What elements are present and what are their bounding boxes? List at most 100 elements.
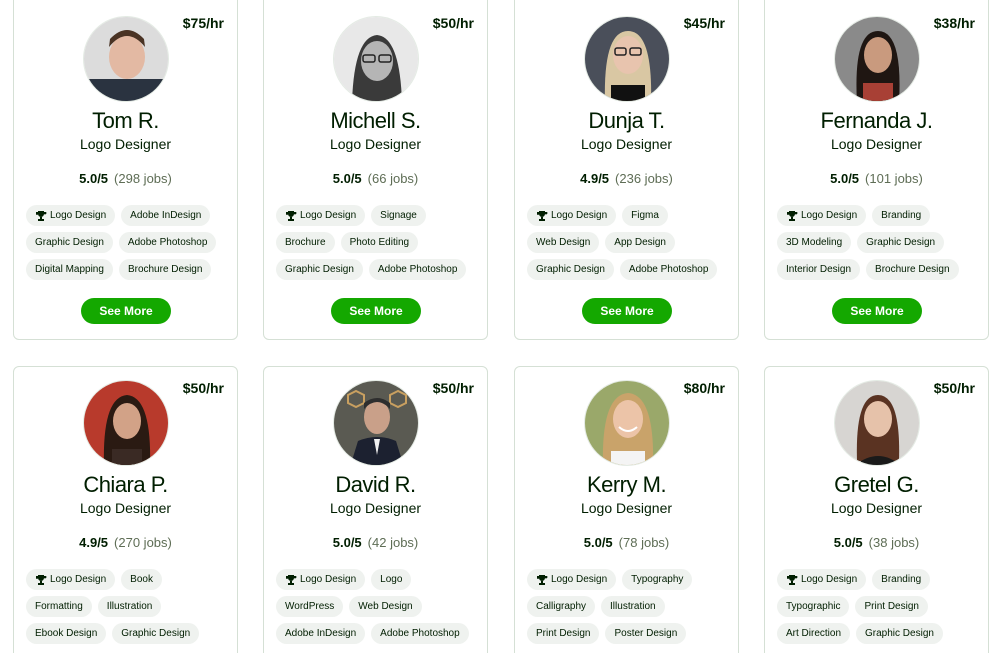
freelancer-name: David R.: [335, 472, 416, 497]
rating: 5.0/5 (66 jobs): [264, 171, 487, 186]
rating: 5.0/5 (298 jobs): [14, 171, 237, 186]
freelancer-card[interactable]: $45/hr Dunja T. Logo Designer 4.9/5 (236 …: [514, 0, 739, 340]
skill-chip[interactable]: Branding: [872, 569, 931, 590]
skill-chip[interactable]: Graphic Design: [856, 623, 943, 644]
avatar[interactable]: [584, 16, 670, 102]
skill-chip[interactable]: Web Design: [527, 232, 600, 253]
skill-chip[interactable]: 3D Modeling: [777, 232, 852, 253]
see-more-button[interactable]: See More: [331, 298, 421, 324]
skill-chip[interactable]: Brochure Design: [866, 259, 959, 280]
skill-chip[interactable]: Logo Design: [26, 569, 116, 590]
avatar[interactable]: [83, 380, 169, 466]
skill-chip[interactable]: Figma: [622, 205, 668, 226]
skill-chip[interactable]: Adobe Photoshop: [619, 259, 718, 280]
skills-list: Logo Design Book Formatting Illustration…: [26, 569, 226, 644]
see-more-button[interactable]: See More: [81, 298, 171, 324]
trophy-icon: [286, 574, 297, 585]
skills-list: Logo Design Signage Brochure Photo Editi…: [276, 205, 476, 280]
skill-chip[interactable]: Brochure Design: [118, 259, 212, 280]
freelancer-card[interactable]: $38/hr Fernanda J. Logo Designer 5.0/5 (1…: [764, 0, 989, 340]
freelancer-title: Logo Designer: [329, 500, 422, 516]
rating: 5.0/5 (38 jobs): [765, 535, 988, 550]
skill-chip[interactable]: Formatting: [26, 596, 92, 617]
skill-chip[interactable]: Print Design: [527, 623, 600, 644]
freelancer-card[interactable]: $50/hr Michell S. Logo Designer 5.0/5 (66…: [263, 0, 488, 340]
rating-score: 5.0/5: [830, 171, 860, 186]
freelancer-title: Logo Designer: [79, 136, 172, 152]
see-more-button[interactable]: See More: [832, 298, 922, 324]
skill-chip[interactable]: Ebook Design: [26, 623, 107, 644]
skill-chip[interactable]: Logo Design: [276, 205, 366, 226]
avatar[interactable]: [834, 380, 920, 466]
skill-chip[interactable]: Graphic Design: [112, 623, 200, 644]
skill-chip[interactable]: Typographic: [777, 596, 850, 617]
skill-chip[interactable]: Signage: [371, 205, 426, 226]
avatar[interactable]: [584, 380, 670, 466]
skill-chip[interactable]: Logo Design: [777, 569, 867, 590]
rating-score: 4.9/5: [79, 535, 109, 550]
skill-chip[interactable]: Logo: [371, 569, 412, 590]
skill-chip[interactable]: Web Design: [349, 596, 422, 617]
trophy-icon: [36, 574, 47, 585]
skill-chip[interactable]: Logo Design: [777, 205, 867, 226]
rating: 5.0/5 (42 jobs): [264, 535, 487, 550]
skill-chip[interactable]: Logo Design: [527, 205, 617, 226]
skill-chip[interactable]: Calligraphy: [527, 596, 596, 617]
skill-chip[interactable]: Adobe InDesign: [121, 205, 211, 226]
skill-chip[interactable]: Illustration: [97, 596, 162, 617]
hourly-rate: $50/hr: [182, 380, 224, 396]
rating: 5.0/5 (78 jobs): [515, 535, 738, 550]
skill-chip[interactable]: Graphic Design: [26, 232, 113, 253]
see-more-button[interactable]: See More: [582, 298, 672, 324]
avatar[interactable]: [83, 16, 169, 102]
trophy-icon: [36, 210, 47, 221]
skill-chip[interactable]: Brochure: [276, 232, 335, 253]
skill-chip[interactable]: WordPress: [276, 596, 344, 617]
jobs-count: (298 jobs): [114, 171, 172, 186]
skill-chip[interactable]: Graphic Design: [276, 259, 363, 280]
avatar[interactable]: [333, 16, 419, 102]
freelancer-card[interactable]: $50/hr Chiara P. Logo Designer 4.9/5 (270…: [13, 366, 238, 653]
skill-chip[interactable]: Graphic Design: [527, 259, 614, 280]
skill-chip[interactable]: Digital Mapping: [26, 259, 113, 280]
skill-chip[interactable]: Art Direction: [777, 623, 851, 644]
skill-chip[interactable]: Book: [121, 569, 162, 590]
skill-chip[interactable]: Illustration: [601, 596, 665, 617]
freelancer-name: Tom R.: [92, 108, 159, 133]
freelancer-card[interactable]: $75/hr Tom R. Logo Designer 5.0/5 (298 jo…: [13, 0, 238, 340]
rating-score: 4.9/5: [580, 171, 610, 186]
skill-chip[interactable]: Logo Design: [276, 569, 366, 590]
trophy-icon: [787, 210, 798, 221]
freelancer-title: Logo Designer: [580, 500, 673, 516]
skill-chip[interactable]: Adobe Photoshop: [371, 623, 469, 644]
skill-chip[interactable]: Adobe InDesign: [276, 623, 366, 644]
jobs-count: (236 jobs): [615, 171, 673, 186]
freelancer-card[interactable]: $80/hr Kerry M. Logo Designer 5.0/5 (78 j…: [514, 366, 739, 653]
skills-list: Logo Design Adobe InDesign Graphic Desig…: [26, 205, 226, 280]
skill-chip[interactable]: Print Design: [855, 596, 928, 617]
skill-chip[interactable]: App Design: [605, 232, 675, 253]
freelancer-card[interactable]: $50/hr Gretel G. Logo Designer 5.0/5 (38 …: [764, 366, 989, 653]
skills-list: Logo Design Branding Typographic Print D…: [777, 569, 977, 644]
avatar[interactable]: [333, 380, 419, 466]
skill-chip[interactable]: Interior Design: [777, 259, 861, 280]
skills-list: Logo Design Figma Web Design App Design …: [527, 205, 727, 280]
jobs-count: (38 jobs): [868, 535, 920, 550]
avatar[interactable]: [834, 16, 920, 102]
skill-chip[interactable]: Typography: [622, 569, 693, 590]
skill-chip[interactable]: Adobe Photoshop: [368, 259, 467, 280]
skills-list: Logo Design Branding 3D Modeling Graphic…: [777, 205, 977, 280]
skill-chip[interactable]: Logo Design: [26, 205, 116, 226]
skill-chip[interactable]: Branding: [872, 205, 931, 226]
skill-chip[interactable]: Graphic Design: [857, 232, 945, 253]
skill-chip[interactable]: Photo Editing: [340, 232, 419, 253]
hourly-rate: $75/hr: [182, 15, 224, 31]
hourly-rate: $50/hr: [933, 380, 975, 396]
hourly-rate: $38/hr: [933, 15, 975, 31]
skill-chip[interactable]: Logo Design: [527, 569, 617, 590]
freelancer-name: Dunja T.: [588, 108, 665, 133]
skill-chip[interactable]: Poster Design: [605, 623, 687, 644]
freelancer-card[interactable]: $50/hr David R. Logo Designer 5.0/5 (42 j…: [263, 366, 488, 653]
jobs-count: (66 jobs): [367, 171, 419, 186]
skill-chip[interactable]: Adobe Photoshop: [118, 232, 217, 253]
